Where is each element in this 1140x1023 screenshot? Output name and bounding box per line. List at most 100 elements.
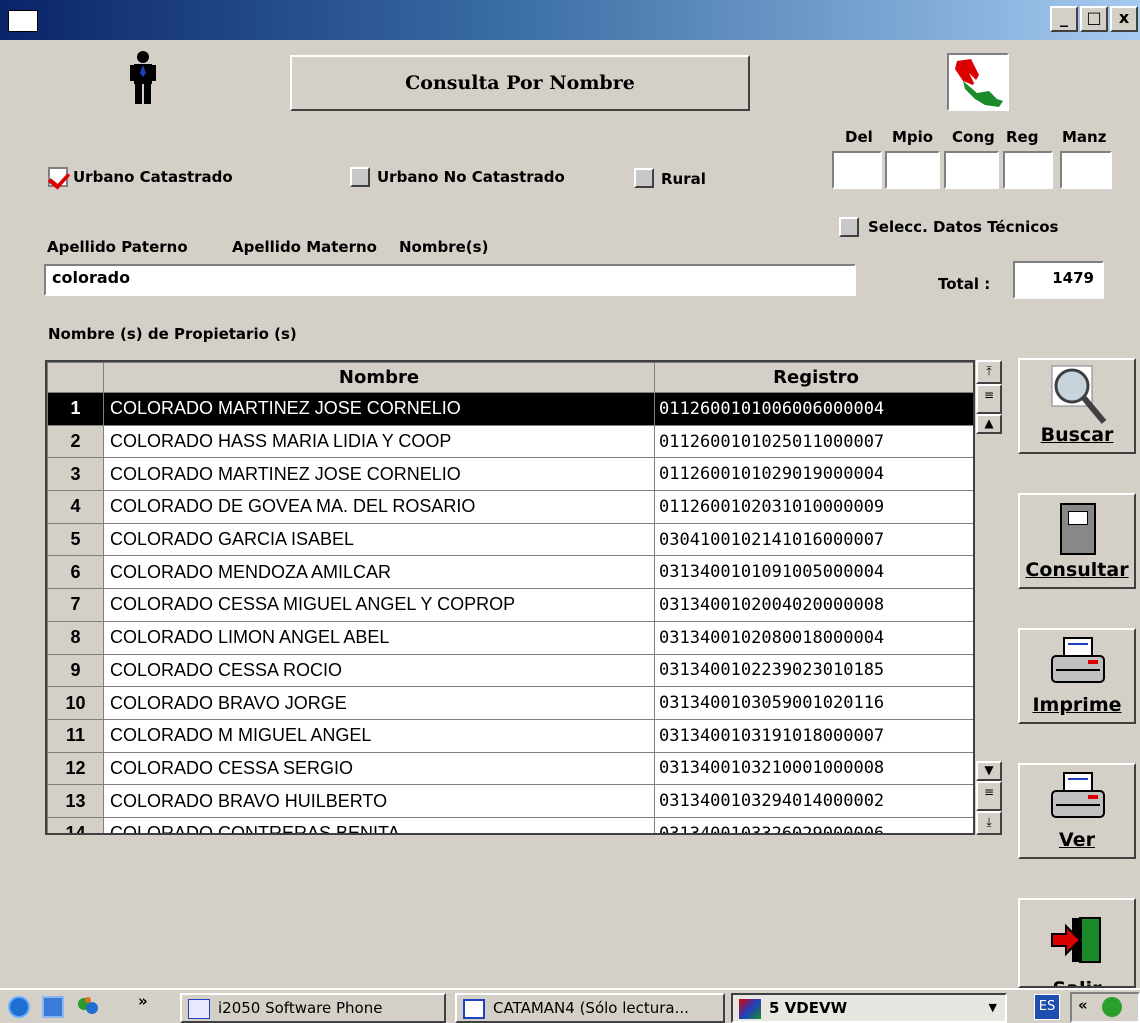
row-number[interactable]: 1	[47, 392, 104, 426]
cell-registro[interactable]: 0313400101091005000004	[654, 555, 973, 590]
row-number[interactable]: 7	[47, 588, 104, 622]
consultar-button[interactable]: Consultar	[1018, 493, 1136, 589]
table-row[interactable]: 12 COLORADO CESSA SERGIO 03134001032100010…	[47, 751, 973, 786]
table-row[interactable]: 13 COLORADO BRAVO HUILBERTO 03134001032940…	[47, 784, 973, 818]
cell-nombre[interactable]: COLORADO CESSA SERGIO	[103, 751, 655, 786]
row-number[interactable]: 5	[47, 522, 104, 557]
cell-nombre[interactable]: COLORADO GARCIA ISABEL	[103, 522, 655, 557]
cell-nombre[interactable]: COLORADO CESSA ROCIO	[103, 653, 655, 688]
cell-nombre[interactable]: COLORADO CESSA MIGUEL ANGEL Y COPROP	[103, 588, 655, 622]
cell-nombre[interactable]: COLORADO BRAVO HUILBERTO	[103, 784, 655, 818]
table-row[interactable]: 5 COLORADO GARCIA ISABEL 03041001021410160…	[47, 522, 973, 557]
row-number[interactable]: 13	[47, 784, 104, 818]
table-row[interactable]: 11 COLORADO M MIGUEL ANGEL 031340010319101…	[47, 718, 973, 753]
rural-checkbox[interactable]	[634, 168, 654, 188]
datos-tecnicos-checkbox[interactable]	[839, 217, 859, 237]
taskbar-vdevw[interactable]: 5 VDEVW ▼	[731, 993, 1007, 1023]
cell-nombre[interactable]: COLORADO MENDOZA AMILCAR	[103, 555, 655, 590]
table-row[interactable]: 2 COLORADO HASS MARIA LIDIA Y COOP 0112600…	[47, 424, 973, 459]
grid-header-row: Nombre Registro	[47, 362, 973, 393]
table-row[interactable]: 3 COLORADO MARTINEZ JOSE CORNELIO 01126001…	[47, 457, 973, 492]
cell-registro[interactable]: 0313400103294014000002	[654, 784, 973, 818]
cell-registro[interactable]: 0112600101006006000004	[654, 392, 973, 426]
desktop-icon[interactable]	[42, 996, 64, 1018]
minimize-button[interactable]: _	[1050, 6, 1078, 32]
column-header-registro[interactable]: Registro	[654, 362, 973, 393]
taskbar-phone[interactable]: i2050 Software Phone	[180, 993, 446, 1023]
scroll-bottom-button[interactable]: ⤓	[976, 811, 1002, 835]
scroll-up-button[interactable]: ▲	[976, 414, 1002, 434]
scroll-top-button[interactable]: ⤒	[976, 360, 1002, 384]
taskbar-phone-label: i2050 Software Phone	[218, 999, 383, 1017]
magnifier-icon	[1048, 364, 1108, 426]
cell-nombre[interactable]: COLORADO CONTRERAS BENITA	[103, 816, 655, 833]
grid-body: 1 COLORADO MARTINEZ JOSE CORNELIO 01126001…	[47, 392, 973, 833]
cell-registro[interactable]: 0313400103210001000008	[654, 751, 973, 786]
cell-registro[interactable]: 0313400102004020000008	[654, 588, 973, 622]
buscar-button[interactable]: Buscar	[1018, 358, 1136, 454]
quicklaunch-chevron[interactable]: »	[138, 992, 148, 1010]
table-row[interactable]: 6 COLORADO MENDOZA AMILCAR 031340010109100…	[47, 555, 973, 590]
row-number[interactable]: 3	[47, 457, 104, 492]
cell-nombre[interactable]: COLORADO DE GOVEA MA. DEL ROSARIO	[103, 490, 655, 524]
manz-input[interactable]	[1060, 151, 1112, 189]
row-number[interactable]: 11	[47, 718, 104, 753]
owners-grid[interactable]: Nombre Registro 1 COLORADO MARTINEZ JOSE …	[45, 360, 975, 835]
salir-button[interactable]: Salir	[1018, 898, 1136, 988]
cell-registro[interactable]: 0112600101029019000004	[654, 457, 973, 492]
scroll-page-button[interactable]: ≡	[976, 781, 1002, 811]
language-indicator[interactable]: ES	[1034, 994, 1060, 1020]
tray-expand-button[interactable]: «	[1078, 996, 1088, 1014]
row-number[interactable]: 10	[47, 686, 104, 720]
table-row[interactable]: 14 COLORADO CONTRERAS BENITA 0313400103326…	[47, 816, 973, 833]
table-row[interactable]: 8 COLORADO LIMON ANGEL ABEL 03134001020800…	[47, 620, 973, 655]
messenger-icon[interactable]	[76, 996, 100, 1018]
cell-registro[interactable]: 0313400103059001020116	[654, 686, 973, 720]
table-row[interactable]: 9 COLORADO CESSA ROCIO 0313400102239023010…	[47, 653, 973, 688]
table-row[interactable]: 10 COLORADO BRAVO JORGE 031340010305900102…	[47, 686, 973, 720]
urbano-no-catastrado-checkbox[interactable]	[350, 167, 370, 187]
row-number[interactable]: 9	[47, 653, 104, 688]
ver-button[interactable]: Ver	[1018, 763, 1136, 859]
cell-registro[interactable]: 0313400103326029000006	[654, 816, 973, 833]
cell-registro[interactable]: 0304100102141016000007	[654, 522, 973, 557]
table-row[interactable]: 1 COLORADO MARTINEZ JOSE CORNELIO 01126001…	[47, 392, 973, 426]
cell-registro[interactable]: 0112600101025011000007	[654, 424, 973, 459]
row-number[interactable]: 12	[47, 751, 104, 786]
system-tray: «	[1070, 992, 1140, 1023]
scroll-thumb[interactable]: ≡	[976, 384, 1002, 414]
cell-registro[interactable]: 0313400103191018000007	[654, 718, 973, 753]
urbano-catastrado-checkbox[interactable]	[48, 167, 68, 187]
mpio-input[interactable]	[885, 151, 940, 189]
scroll-down-button[interactable]: ▼	[976, 761, 1002, 781]
ie-icon[interactable]	[8, 996, 30, 1018]
cell-nombre[interactable]: COLORADO LIMON ANGEL ABEL	[103, 620, 655, 655]
del-input[interactable]	[832, 151, 882, 189]
cell-registro[interactable]: 0313400102080018000004	[654, 620, 973, 655]
row-number[interactable]: 8	[47, 620, 104, 655]
cell-nombre[interactable]: COLORADO MARTINEZ JOSE CORNELIO	[103, 392, 655, 426]
imprime-button[interactable]: Imprime	[1018, 628, 1136, 724]
table-row[interactable]: 7 COLORADO CESSA MIGUEL ANGEL Y COPROP 031…	[47, 588, 973, 622]
row-number[interactable]: 14	[47, 816, 104, 833]
row-number[interactable]: 2	[47, 424, 104, 459]
cell-nombre[interactable]: COLORADO MARTINEZ JOSE CORNELIO	[103, 457, 655, 492]
maximize-button[interactable]: □	[1080, 6, 1108, 32]
taskbar-word[interactable]: CATAMAN4 (Sólo lectura...	[455, 993, 725, 1023]
grid-scrollbar[interactable]: ⤒ ≡ ▲ ▼ ≡ ⤓	[976, 360, 1002, 835]
row-number[interactable]: 6	[47, 555, 104, 590]
tray-user-icon[interactable]	[1102, 997, 1122, 1017]
search-input[interactable]: colorado	[44, 264, 856, 296]
cell-nombre[interactable]: COLORADO BRAVO JORGE	[103, 686, 655, 720]
cell-registro[interactable]: 0313400102239023010185	[654, 653, 973, 688]
cell-nombre[interactable]: COLORADO HASS MARIA LIDIA Y COOP	[103, 424, 655, 459]
table-row[interactable]: 4 COLORADO DE GOVEA MA. DEL ROSARIO 011260…	[47, 490, 973, 524]
reg-input[interactable]	[1003, 151, 1053, 189]
cong-input[interactable]	[944, 151, 999, 189]
row-number[interactable]: 4	[47, 490, 104, 524]
cell-registro[interactable]: 0112600102031010000009	[654, 490, 973, 524]
cell-nombre[interactable]: COLORADO M MIGUEL ANGEL	[103, 718, 655, 753]
close-button[interactable]: x	[1110, 6, 1138, 32]
column-header-nombre[interactable]: Nombre	[103, 362, 655, 393]
window-icon[interactable]	[8, 10, 38, 32]
